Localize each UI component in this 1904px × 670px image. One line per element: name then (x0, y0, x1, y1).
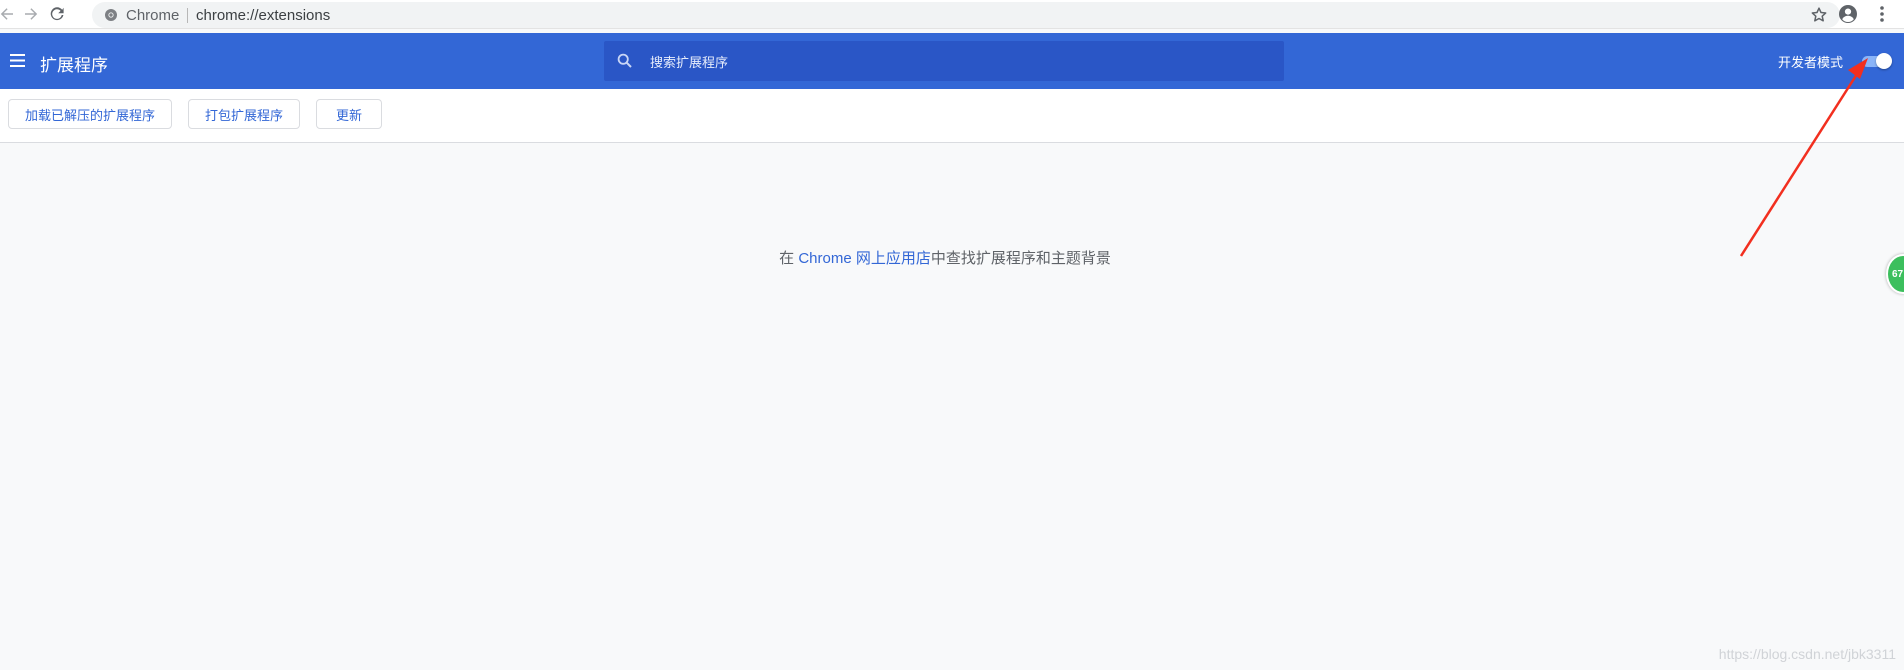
profile-icon[interactable] (1838, 4, 1858, 24)
main-content: 在 Chrome 网上应用店中查找扩展程序和主题背景 (0, 143, 1904, 670)
reload-icon[interactable] (46, 3, 68, 25)
empty-state-message: 在 Chrome 网上应用店中查找扩展程序和主题背景 (0, 247, 1890, 268)
url-text[interactable]: chrome://extensions (196, 7, 330, 24)
back-icon[interactable] (0, 3, 18, 25)
forward-icon[interactable] (20, 3, 42, 25)
more-menu-icon[interactable] (1872, 4, 1892, 24)
floating-badge-text: 67 (1892, 268, 1904, 280)
developer-mode-label: 开发者模式 (1778, 55, 1844, 70)
address-divider (187, 8, 188, 23)
developer-mode-toggle[interactable] (1860, 53, 1892, 69)
load-unpacked-button[interactable]: 加载已解压的扩展程序 (8, 99, 172, 129)
pack-extension-button[interactable]: 打包扩展程序 (188, 99, 300, 129)
web-store-link[interactable]: Chrome 网上应用店 (798, 250, 931, 267)
address-bar[interactable]: Chrome chrome://extensions (92, 2, 1840, 28)
hamburger-menu-icon[interactable] (8, 51, 28, 71)
empty-state-suffix: 中查找扩展程序和主题背景 (930, 250, 1111, 267)
watermark-text: https://blog.csdn.net/jbk3311 (1718, 646, 1896, 662)
search-box[interactable] (604, 41, 1284, 81)
update-button[interactable]: 更新 (316, 99, 382, 129)
browser-toolbar: Chrome chrome://extensions (0, 0, 1904, 29)
extensions-window: Chrome chrome://extensions 扩展程序 搜索扩展程序 开… (0, 0, 1904, 670)
site-label: Chrome (126, 7, 180, 24)
page-title: 扩展程序 (40, 56, 108, 75)
empty-state-prefix: 在 (779, 250, 799, 267)
developer-action-bar: 加载已解压的扩展程序 打包扩展程序 更新 (0, 89, 1904, 143)
chrome-site-icon (105, 9, 117, 21)
bookmark-star-icon[interactable] (1810, 6, 1828, 24)
toggle-knob (1876, 53, 1892, 69)
extensions-header: 扩展程序 开发者模式 (0, 33, 1904, 89)
search-icon (617, 53, 632, 68)
search-input[interactable] (648, 49, 1272, 75)
